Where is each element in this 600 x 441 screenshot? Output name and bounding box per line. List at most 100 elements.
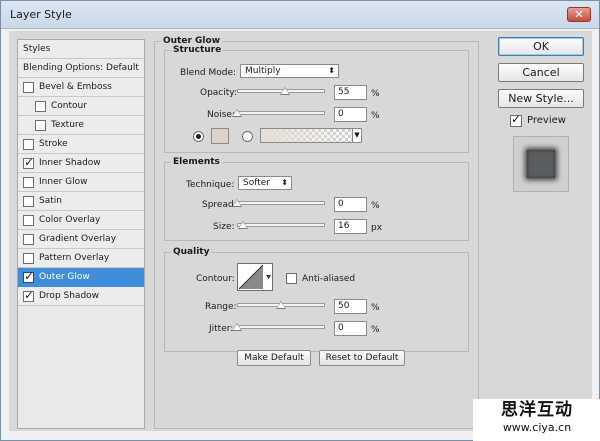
jitter-input[interactable]: 0 (334, 321, 367, 336)
noise-slider-thumb[interactable] (232, 109, 242, 117)
style-list-label: Contour (51, 101, 87, 111)
style-checkbox[interactable] (23, 138, 34, 150)
opacity-input[interactable]: 55 (334, 85, 367, 100)
gradient-radio[interactable] (242, 131, 253, 142)
structure-title: Structure (171, 45, 224, 55)
style-checkbox[interactable] (23, 214, 34, 226)
style-list-label: Color Overlay (39, 215, 101, 225)
solid-color-radio[interactable] (193, 131, 204, 142)
jitter-slider-thumb[interactable] (232, 323, 242, 331)
size-slider[interactable] (237, 223, 325, 227)
checkmark-icon: ✓ (24, 154, 35, 169)
style-checkbox[interactable] (23, 81, 34, 93)
style-list-item[interactable]: Blending Options: Default (18, 59, 144, 78)
noise-unit: % (371, 111, 380, 121)
style-checkbox[interactable]: ✓ (23, 154, 35, 169)
style-list-item[interactable]: Satin (18, 192, 144, 211)
blend-mode-dropdown[interactable]: Multiply ⬍ (240, 64, 339, 78)
checkmark-icon: ✓ (24, 268, 35, 283)
title-bar: Layer Style ✕ (1, 1, 599, 29)
style-checkbox[interactable] (23, 195, 34, 207)
size-label: Size: (213, 222, 235, 232)
watermark-url: www.ciya.cn (502, 421, 572, 434)
dropdown-arrow-icon: ⬍ (328, 66, 335, 75)
range-unit: % (371, 303, 380, 313)
style-list-label: Bevel & Emboss (39, 82, 112, 92)
style-checkbox[interactable]: ✓ (23, 287, 35, 302)
dialog-title: Layer Style (10, 8, 72, 21)
style-list-item[interactable]: Color Overlay (18, 211, 144, 230)
cancel-button[interactable]: Cancel (498, 63, 584, 82)
glow-color-swatch[interactable] (211, 128, 229, 144)
spread-slider[interactable] (237, 201, 325, 205)
spread-input[interactable]: 0 (334, 197, 367, 212)
technique-dropdown[interactable]: Softer ⬍ (238, 176, 292, 190)
preview-checkbox[interactable]: ✓ (510, 112, 522, 127)
technique-value: Softer (243, 178, 270, 188)
style-list-item[interactable]: Texture (18, 116, 144, 135)
spread-unit: % (371, 201, 380, 211)
opacity-unit: % (371, 89, 380, 99)
styles-list: Styles Blending Options: Default Bevel & E… (17, 39, 145, 429)
contour-label: Contour: (196, 274, 235, 284)
new-style-button[interactable]: New Style... (498, 89, 584, 108)
preview-label: Preview (527, 115, 566, 126)
style-preview-thumbnail (513, 136, 569, 192)
style-list-item[interactable]: Pattern Overlay (18, 249, 144, 268)
dropdown-arrow-icon: ⬍ (281, 178, 288, 187)
contour-picker[interactable] (237, 263, 273, 291)
anti-aliased-label: Anti-aliased (302, 274, 356, 284)
style-list-label: Inner Glow (39, 177, 88, 187)
blend-mode-value: Multiply (245, 66, 281, 76)
noise-label: Noise: (207, 110, 235, 120)
style-list-item[interactable]: Inner Glow (18, 173, 144, 192)
jitter-unit: % (371, 325, 380, 335)
layer-style-dialog: Layer Style ✕ Styles Blending Options: De… (0, 0, 600, 441)
style-checkbox[interactable] (35, 100, 46, 112)
style-checkbox[interactable] (23, 176, 34, 188)
technique-label: Technique: (186, 180, 235, 190)
opacity-slider-thumb[interactable] (280, 87, 291, 95)
style-list-label: Styles (23, 44, 51, 54)
checkmark-icon: ✓ (511, 112, 522, 126)
style-list-item[interactable]: ✓ Drop Shadow (18, 287, 144, 306)
watermark-chinese: 思洋互动 (501, 400, 573, 420)
style-list-item[interactable]: Styles (18, 40, 144, 59)
glow-gradient-picker[interactable] (260, 128, 354, 143)
make-default-button[interactable]: Make Default (237, 350, 311, 366)
style-list-item[interactable]: ✓ Inner Shadow (18, 154, 144, 173)
style-checkbox[interactable] (23, 252, 34, 264)
range-input[interactable]: 50 (334, 299, 367, 314)
style-list-label: Inner Shadow (39, 158, 101, 168)
style-list-label: Gradient Overlay (39, 234, 117, 244)
style-checkbox[interactable] (23, 233, 34, 245)
watermark-logo: 思洋互动 www.ciya.cn (473, 399, 600, 441)
style-list-item[interactable]: Gradient Overlay (18, 230, 144, 249)
jitter-slider[interactable] (237, 325, 325, 329)
noise-input[interactable]: 0 (334, 107, 367, 122)
style-list-label: Outer Glow (39, 272, 90, 282)
range-slider-thumb[interactable] (276, 301, 286, 309)
blend-mode-label: Blend Mode: (180, 68, 237, 78)
reset-to-default-button[interactable]: Reset to Default (319, 350, 405, 366)
close-button[interactable]: ✕ (567, 7, 591, 22)
style-checkbox[interactable] (35, 119, 46, 131)
size-input[interactable]: 16 (334, 219, 367, 234)
size-slider-thumb[interactable] (238, 221, 249, 229)
style-list-label: Drop Shadow (39, 291, 100, 301)
style-list-item[interactable]: Stroke (18, 135, 144, 154)
opacity-label: Opacity: (200, 88, 237, 98)
noise-slider[interactable] (237, 111, 325, 115)
style-list-label: Satin (39, 196, 62, 206)
spread-slider-thumb[interactable] (232, 199, 242, 207)
style-list-item[interactable]: Bevel & Emboss (18, 78, 144, 97)
gradient-dropdown-arrow-icon[interactable]: ▼ (352, 128, 362, 143)
preview-swatch (527, 150, 555, 178)
anti-aliased-checkbox[interactable] (286, 273, 297, 284)
ok-button[interactable]: OK (498, 37, 584, 56)
style-checkbox[interactable]: ✓ (23, 268, 35, 283)
style-list-item[interactable]: ✓ Outer Glow (18, 268, 144, 287)
style-list-item[interactable]: Contour (18, 97, 144, 116)
checkmark-icon: ✓ (24, 287, 35, 302)
style-list-label: Texture (51, 120, 84, 130)
